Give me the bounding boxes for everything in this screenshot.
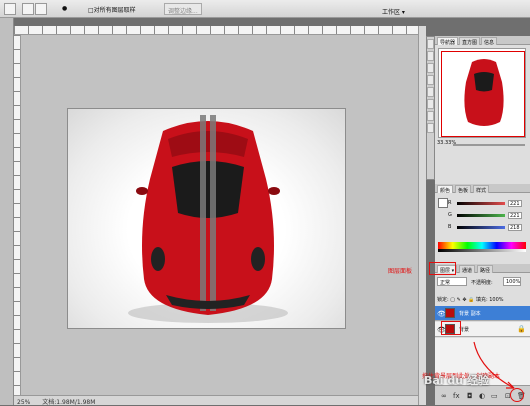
panel-icon-3[interactable] [427, 63, 434, 73]
tab-histogram[interactable]: 直方图 [459, 37, 481, 46]
navigator-zoom-slider[interactable] [453, 144, 525, 146]
tab-styles[interactable]: 样式 [473, 185, 490, 194]
highlight-layers-tab [429, 262, 456, 275]
color-spectrum[interactable] [438, 242, 526, 252]
tab-paths[interactable]: 路径 [477, 265, 494, 274]
layer-row-background-copy[interactable]: 👁 背景 副本 [435, 306, 530, 321]
red-value[interactable]: 221 [508, 200, 522, 207]
horizontal-ruler [14, 26, 418, 35]
red-sports-car-illustration [128, 115, 288, 323]
rgb-label-g: G [448, 212, 452, 218]
panel-icon-7[interactable] [427, 111, 434, 121]
new-selection-icon[interactable] [22, 3, 34, 15]
green-value[interactable]: 221 [508, 212, 522, 219]
tab-channels[interactable]: 通道 [459, 265, 476, 274]
rgb-label-r: R [448, 200, 452, 206]
opacity-label: 不透明度: [471, 280, 493, 286]
navigator-zoom-row: 33.33% [435, 140, 530, 148]
refine-edge-button[interactable]: 调整边缘... [164, 3, 202, 15]
brush-size-dot[interactable]: ● [62, 5, 67, 12]
opacity-value[interactable]: 100% [503, 277, 521, 286]
panel-icon-6[interactable] [427, 99, 434, 109]
options-bar: ● □对所有图层取样 调整边缘... 工作区 ▾ [0, 0, 530, 18]
panel-icon-4[interactable] [427, 75, 434, 85]
fill-label: 填充: [475, 297, 488, 303]
panel-icon-5[interactable] [427, 87, 434, 97]
green-slider[interactable] [457, 214, 505, 217]
tab-swatches[interactable]: 色板 [455, 185, 472, 194]
car-image [67, 108, 346, 329]
highlight-background-layer [441, 321, 461, 335]
rgb-label-b: B [448, 224, 452, 230]
quick-select-tool-icon[interactable] [4, 3, 16, 15]
link-layers-icon[interactable]: ∞ [441, 392, 447, 400]
blend-mode-select[interactable]: 正常 [437, 277, 467, 286]
baidu-watermark: Bai du 经验 [424, 374, 489, 387]
color-tabs: 颜色 色板 样式 [435, 184, 530, 194]
lock-icon: 🔒 [517, 325, 526, 333]
blue-value[interactable]: 218 [508, 224, 522, 231]
vertical-scrollbar[interactable] [418, 26, 426, 405]
lock-row: 锁定: ▢ ✎ ✥ 🔒 填充: 100% [435, 296, 530, 305]
panel-icon-1[interactable] [427, 39, 434, 49]
tab-color[interactable]: 颜色 [437, 185, 454, 194]
panel-icon-column [426, 36, 435, 180]
tab-navigator[interactable]: 导航器 [437, 37, 459, 46]
lock-icons[interactable]: ▢ ✎ ✥ 🔒 [450, 297, 476, 303]
navigator-car-thumbnail [464, 59, 504, 126]
layer-name[interactable]: 背景 副本 [459, 310, 481, 317]
red-slider[interactable] [457, 202, 505, 205]
blue-slider[interactable] [457, 226, 505, 229]
navigator-preview[interactable] [438, 48, 526, 138]
sample-all-layers-checkbox[interactable]: □对所有图层取样 [88, 5, 136, 14]
left-tool-strip [0, 18, 14, 405]
tab-info[interactable]: 信息 [481, 37, 498, 46]
panel-icon-8[interactable] [427, 123, 434, 133]
navigator-view-box[interactable] [441, 51, 525, 137]
workspace-menu[interactable]: 工作区 ▾ [378, 5, 409, 17]
foreground-color-swatch[interactable] [438, 198, 448, 208]
document-canvas[interactable] [21, 35, 418, 395]
fill-value[interactable]: 100% [489, 297, 503, 303]
lock-label: 锁定: [437, 297, 449, 303]
annotation-layers-panel: 图层面板 [388, 268, 413, 275]
fx-icon[interactable]: fx [453, 392, 460, 400]
layer-thumbnail [445, 308, 455, 318]
status-bar: 25% 文档:1.98M/1.98M [14, 395, 418, 406]
panel-icon-2[interactable] [427, 51, 434, 61]
add-selection-icon[interactable] [35, 3, 47, 15]
vertical-ruler [14, 35, 21, 395]
navigator-tabs: 导航器 直方图 信息 [435, 36, 530, 46]
